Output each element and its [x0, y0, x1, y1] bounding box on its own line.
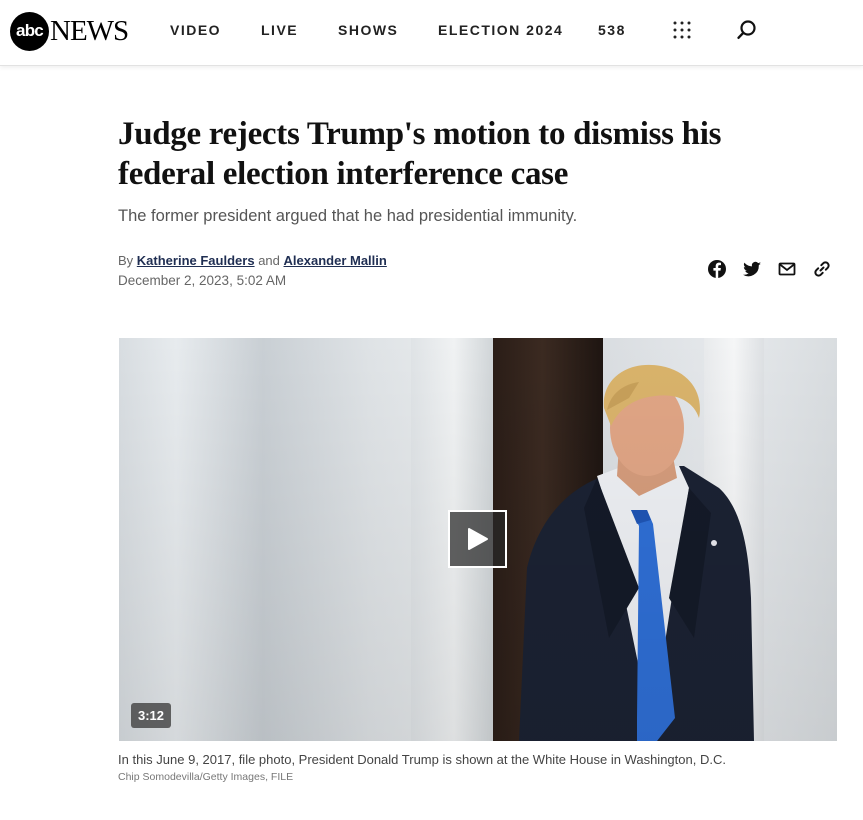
- article-dek: The former president argued that he had …: [118, 207, 578, 225]
- nav-538[interactable]: 538: [598, 22, 626, 38]
- nav-live[interactable]: LIVE: [261, 22, 298, 38]
- facebook-icon[interactable]: [707, 259, 727, 279]
- byline-joiner: and: [258, 253, 280, 268]
- search-icon[interactable]: [736, 19, 758, 41]
- abc-news-logo[interactable]: abc NEWS: [10, 11, 129, 51]
- grid-dots-icon[interactable]: [673, 21, 691, 39]
- publish-date: December 2, 2023, 5:02 AM: [118, 273, 287, 288]
- video-player[interactable]: 3:12: [119, 338, 837, 741]
- author-link-alexander-mallin[interactable]: Alexander Mallin: [284, 253, 387, 268]
- image-credit: Chip Somodevilla/Getty Images, FILE: [118, 771, 294, 783]
- play-button[interactable]: [448, 510, 507, 568]
- image-caption: In this June 9, 2017, file photo, Presid…: [118, 752, 726, 767]
- link-icon[interactable]: [812, 259, 832, 279]
- nav-shows[interactable]: SHOWS: [338, 22, 398, 38]
- twitter-icon[interactable]: [742, 259, 762, 279]
- nav-video[interactable]: VIDEO: [170, 22, 221, 38]
- news-wordmark: NEWS: [50, 14, 129, 47]
- video-duration-badge: 3:12: [131, 703, 172, 728]
- byline-prefix: By: [118, 253, 134, 268]
- email-icon[interactable]: [777, 259, 797, 279]
- byline: By Katherine Faulders and Alexander Mall…: [118, 253, 387, 268]
- site-header: abc NEWS VIDEO LIVE SHOWS ELECTION 2024 …: [0, 0, 863, 66]
- author-link-katherine-faulders[interactable]: Katherine Faulders: [137, 253, 255, 268]
- abc-logo-mark: abc: [10, 11, 49, 51]
- nav-election-2024[interactable]: ELECTION 2024: [438, 22, 563, 38]
- play-icon: [467, 528, 488, 550]
- article-headline: Judge rejects Trump's motion to dismiss …: [118, 116, 722, 192]
